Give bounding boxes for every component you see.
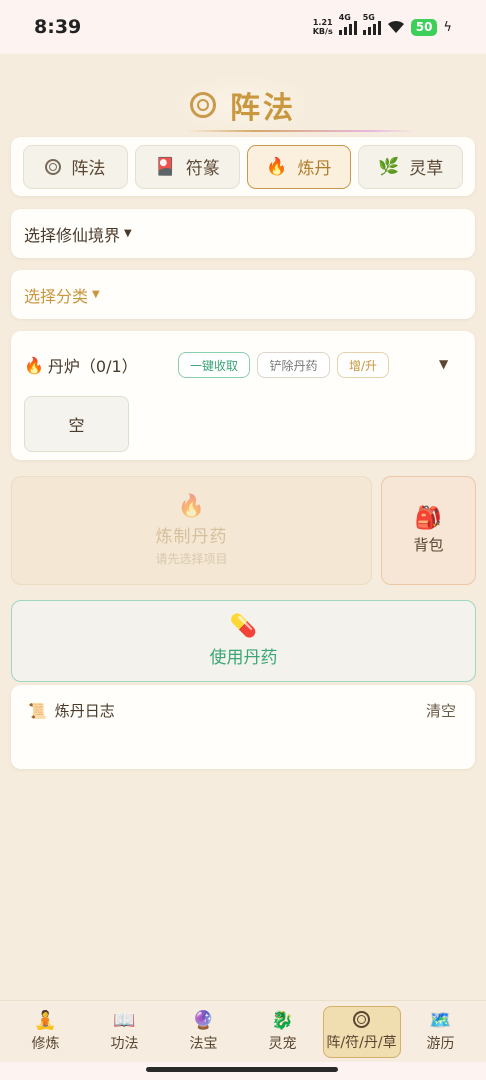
wifi-icon (387, 20, 404, 33)
caret-down-icon: ▼ (124, 228, 132, 239)
refine-label: 炼制丹药 (155, 527, 228, 547)
realm-select-label: 选择修仙境界 (24, 225, 121, 245)
tab-talisman[interactable]: 🎴 符篆 (134, 144, 240, 189)
furnace-header: 🔥 丹炉（0/1） (24, 353, 138, 377)
caret-down-icon: ▼ (92, 289, 100, 300)
realm-select[interactable]: 选择修仙境界 ▼ (11, 209, 475, 258)
tab-label: 灵草 (409, 159, 444, 179)
furnace-slot[interactable]: 空 (24, 396, 129, 452)
crystal-ball-icon: 🔮 (192, 1009, 215, 1031)
nav-label: 修炼 (31, 1035, 60, 1052)
book-icon: 📖 (113, 1009, 136, 1031)
nav-item-travel[interactable]: 🗺️ 游历 (402, 1006, 480, 1058)
bottom-nav: 🧘 修炼 📖 功法 🔮 法宝 🐉 灵宠 阵/符/丹/草 🗺️ 游历 (0, 1000, 486, 1062)
battery-icon: 50 (410, 18, 438, 36)
status-bar: 8:39 1.21 KB/s 4G 5G 50 ϟ (0, 0, 486, 54)
category-select-label: 选择分类 (24, 286, 89, 306)
ring-icon (45, 158, 62, 175)
header-underline (186, 130, 416, 132)
expand-toggle-icon[interactable]: ▼ (439, 357, 448, 371)
charging-bolt-icon: ϟ (443, 19, 452, 35)
clear-log-button[interactable]: 清空 (426, 700, 456, 721)
refine-hint: 请先选择项目 (155, 552, 228, 566)
signal-label-5g: 5G (362, 13, 375, 22)
map-icon: 🗺️ (429, 1009, 452, 1031)
tab-alchemy[interactable]: 🔥 炼丹 (246, 144, 352, 189)
array-ring-icon (190, 92, 216, 118)
cell-signal-5g-icon: 5G (362, 13, 381, 35)
net-speed-unit: KB/s (312, 27, 333, 36)
nav-item-cultivate[interactable]: 🧘 修炼 (7, 1006, 85, 1058)
fire-icon: 🔥 (177, 494, 206, 519)
refine-pill-button[interactable]: 🔥 炼制丹药 请先选择项目 (11, 476, 372, 585)
herb-icon: 🌿 (378, 156, 400, 177)
tab-array[interactable]: 阵法 (23, 144, 128, 189)
nav-label: 游历 (426, 1035, 455, 1052)
use-pill-label: 使用丹药 (209, 648, 278, 668)
furnace-slot-label: 空 (68, 416, 85, 435)
net-speed-value: 1.21 (312, 18, 333, 27)
meditation-icon: 🧘 (34, 1009, 57, 1031)
log-title: 炼丹日志 (54, 702, 115, 720)
tab-herb[interactable]: 🌿 灵草 (358, 144, 463, 189)
header-title-block: 阵法 (172, 75, 314, 135)
tab-label: 符篆 (185, 159, 220, 179)
category-select[interactable]: 选择分类 ▼ (11, 270, 475, 319)
nav-item-arrays[interactable]: 阵/符/丹/草 (322, 1005, 401, 1058)
alchemy-log-panel: 📜 炼丹日志 清空 (11, 685, 475, 769)
collect-all-button[interactable]: 一键收取 (178, 352, 250, 378)
net-speed: 1.21 KB/s (313, 18, 333, 36)
talisman-card-icon: 🎴 (154, 156, 176, 177)
nav-label: 阵/符/丹/草 (326, 1035, 397, 1051)
signal-label-4g: 4G (338, 13, 351, 22)
nav-item-pets[interactable]: 🐉 灵宠 (244, 1006, 322, 1058)
backpack-icon: 🎒 (414, 506, 443, 531)
nav-label: 灵宠 (268, 1035, 297, 1052)
scroll-icon: 📜 (28, 701, 47, 720)
status-time: 8:39 (34, 16, 82, 38)
fire-icon: 🔥 (24, 355, 44, 375)
upgrade-furnace-button[interactable]: 增/升 (337, 352, 389, 378)
tab-label: 炼丹 (297, 159, 332, 179)
furnace-title: 丹炉（0/1） (47, 357, 138, 376)
fire-icon: 🔥 (266, 156, 288, 177)
nav-item-artifacts[interactable]: 🔮 法宝 (165, 1006, 243, 1058)
nav-item-techniques[interactable]: 📖 功法 (86, 1006, 164, 1058)
status-icons: 1.21 KB/s 4G 5G 50 ϟ (313, 13, 452, 36)
page-title: 阵法 (230, 91, 296, 126)
use-pill-button[interactable]: 💊 使用丹药 (11, 600, 476, 682)
pill-icon: 💊 (229, 614, 258, 639)
backpack-button[interactable]: 🎒 背包 (381, 476, 476, 585)
ring-icon (353, 1011, 370, 1028)
log-header: 📜 炼丹日志 (28, 700, 115, 721)
nav-label: 法宝 (189, 1035, 218, 1052)
dragon-icon: 🐉 (271, 1009, 294, 1031)
cell-signal-4g-icon: 4G (338, 13, 357, 35)
tab-label: 阵法 (71, 159, 106, 179)
furnace-panel: 🔥 丹炉（0/1） 一键收取 铲除丹药 增/升 ▼ 空 (11, 331, 475, 460)
backpack-label: 背包 (413, 536, 444, 554)
nav-label: 功法 (110, 1035, 139, 1052)
gesture-bar[interactable] (146, 1067, 338, 1072)
category-tabs: 阵法 🎴 符篆 🔥 炼丹 🌿 灵草 (11, 137, 475, 196)
remove-pill-button[interactable]: 铲除丹药 (257, 352, 330, 378)
